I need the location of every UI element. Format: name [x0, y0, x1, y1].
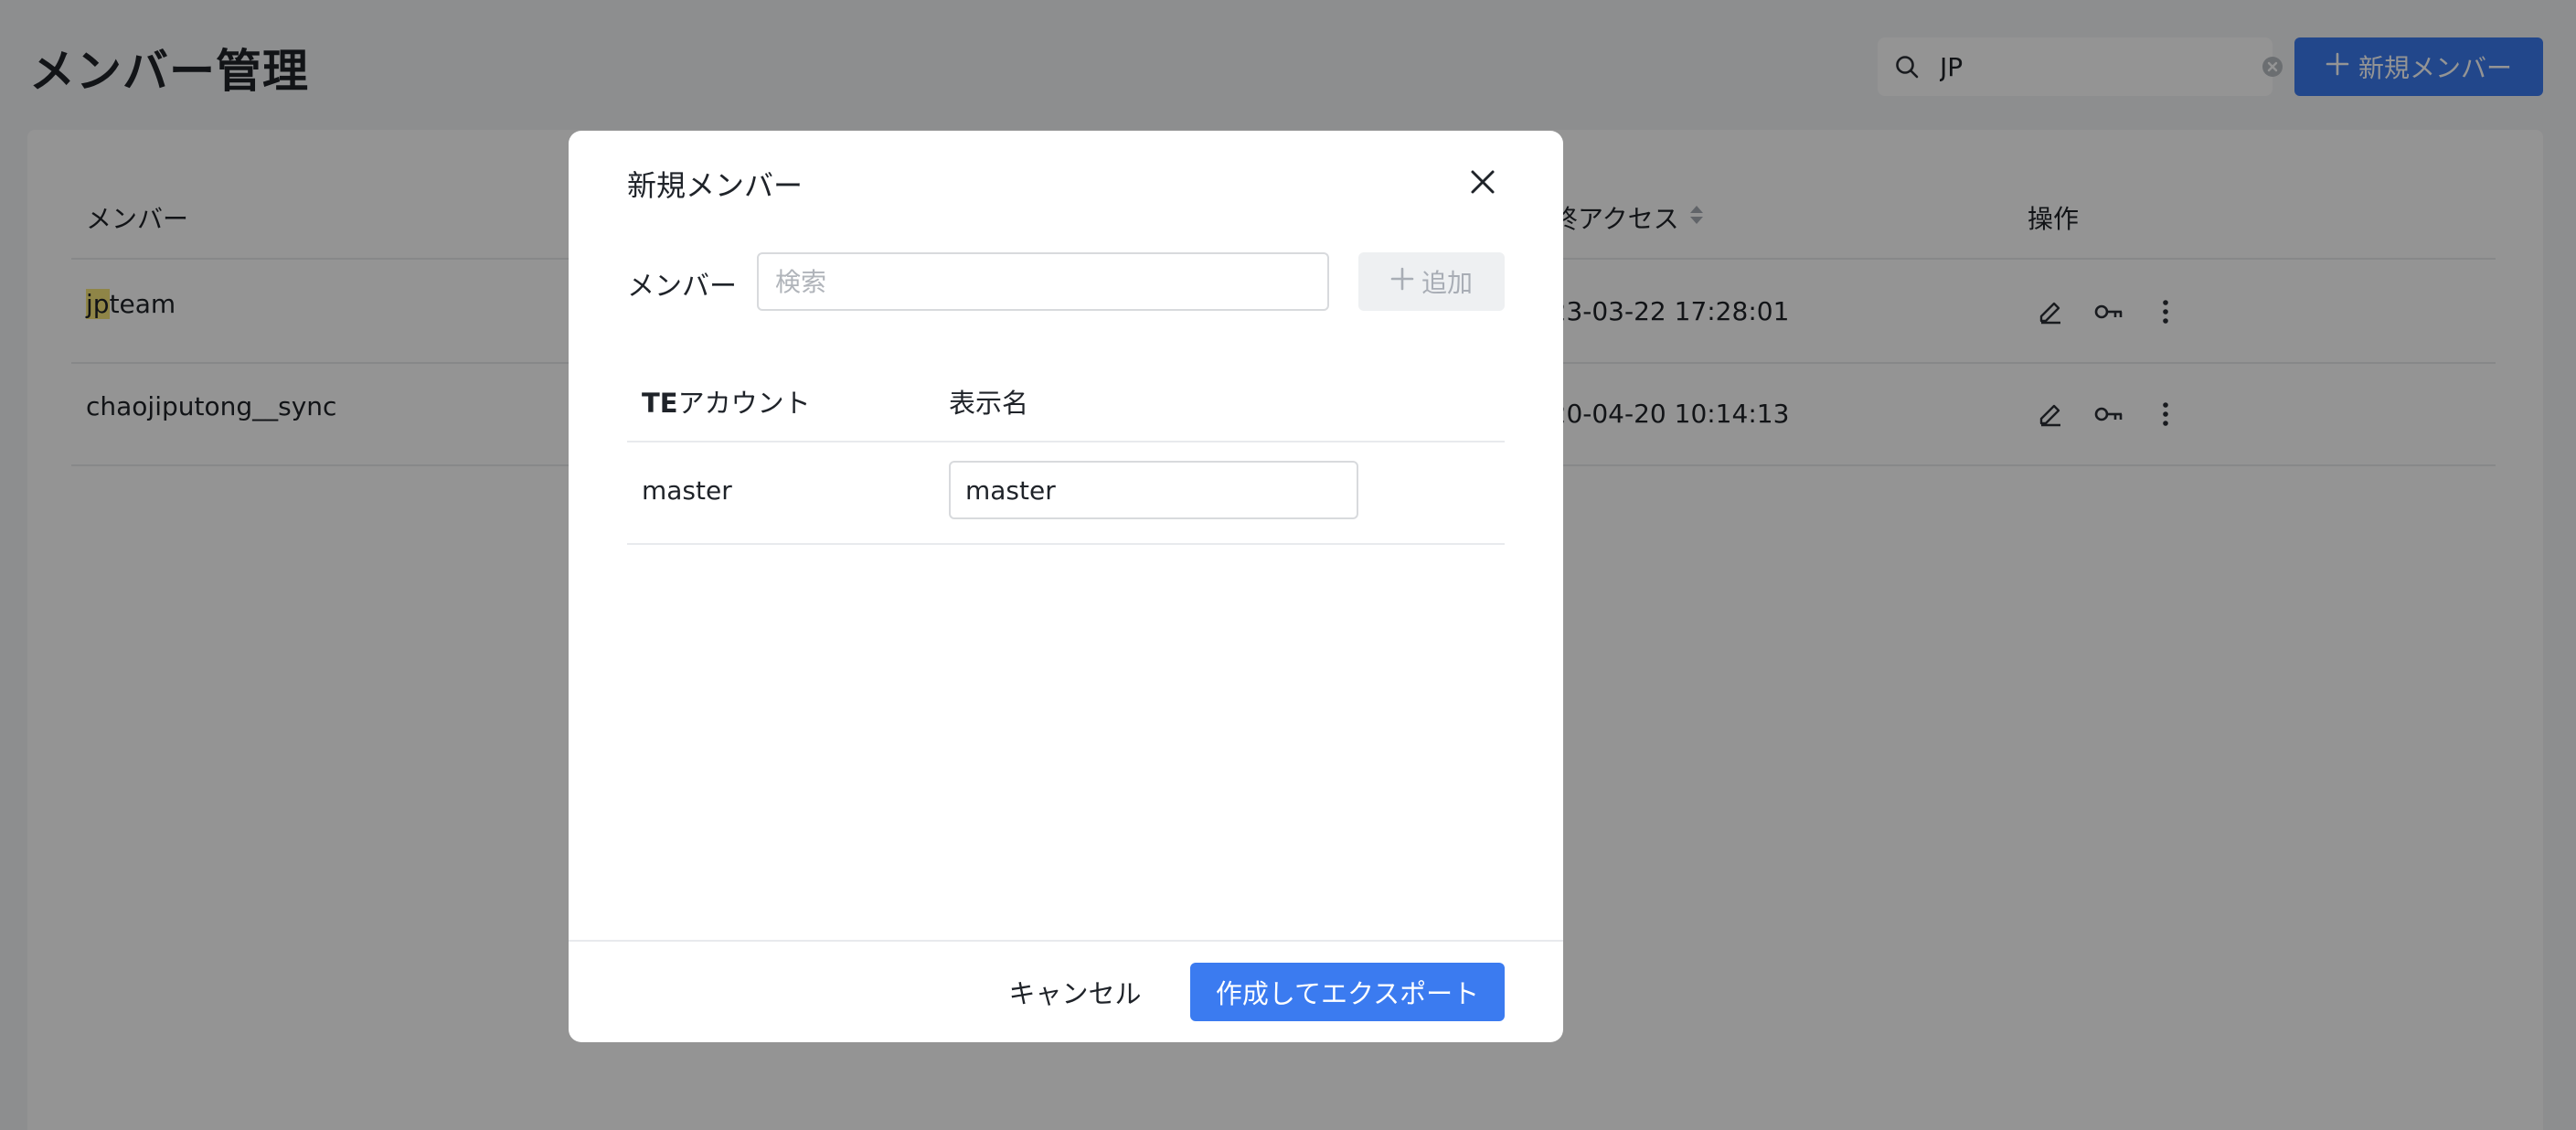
display-name-input[interactable]	[949, 461, 1358, 519]
column-header-display-name: 表示名	[949, 388, 1029, 419]
close-icon	[1469, 168, 1496, 198]
close-button[interactable]	[1463, 163, 1503, 203]
dialog-footer-divider	[569, 940, 1563, 942]
plus-icon	[1390, 267, 1414, 297]
add-member-button-label: 追加	[1421, 268, 1473, 298]
column-header-te-account: TEアカウント	[642, 388, 811, 419]
create-and-export-button[interactable]: 作成してエクスポート	[1190, 963, 1505, 1021]
dialog-table-header-divider	[627, 441, 1505, 442]
add-member-button[interactable]: 追加	[1358, 252, 1505, 311]
member-search-field[interactable]	[757, 252, 1329, 311]
dialog-title: 新規メンバー	[627, 168, 804, 203]
member-field-label: メンバー	[627, 271, 737, 303]
dialog-row-account: master	[642, 475, 732, 506]
cancel-button[interactable]: キャンセル	[993, 963, 1157, 1021]
dialog-table-row-divider	[627, 543, 1505, 545]
